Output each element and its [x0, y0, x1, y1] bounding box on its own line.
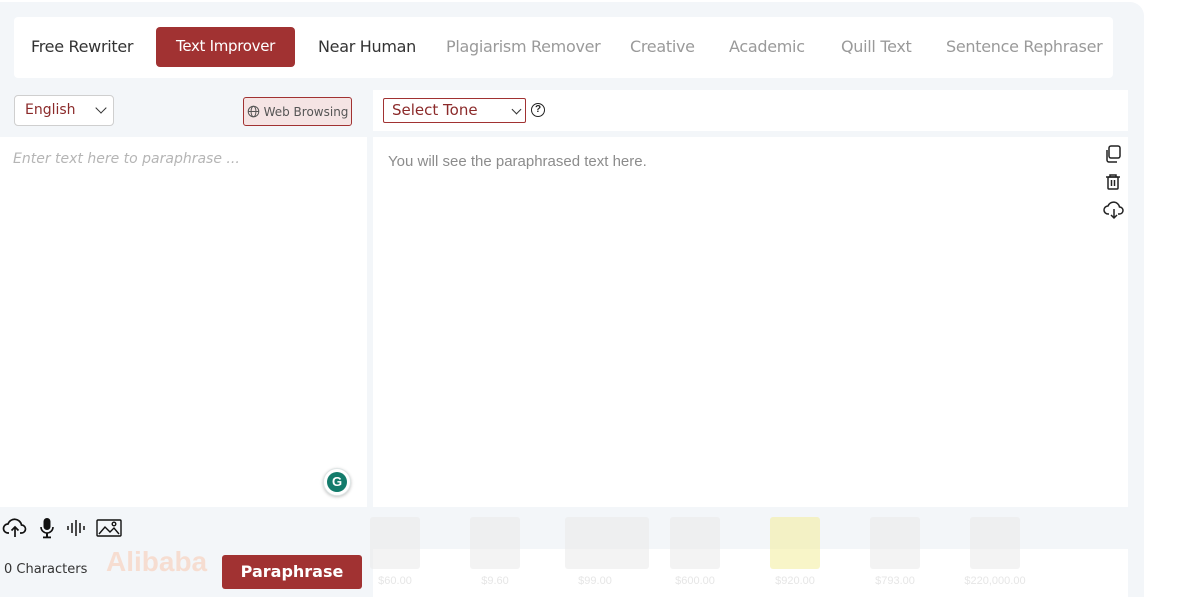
output-toolbar: Select Tone ? [373, 90, 1128, 131]
grammarly-button[interactable]: G [323, 468, 351, 496]
input-placeholder: Enter text here to paraphrase ... [13, 151, 240, 167]
tab-academic[interactable]: Academic [729, 27, 805, 67]
ad-price: $99.00 [578, 575, 612, 587]
ad-banner[interactable]: $60.00 $9.60 $99.00 $600.00 $920.00 $793… [370, 517, 1128, 597]
microphone-icon[interactable] [38, 517, 56, 539]
input-tools [2, 517, 122, 539]
output-actions [1103, 144, 1125, 220]
tab-plagiarism-remover[interactable]: Plagiarism Remover [446, 27, 601, 67]
paraphraser-app: Free Rewriter Text Improver Near Human P… [0, 2, 1144, 597]
tab-quill-text[interactable]: Quill Text [841, 27, 912, 67]
output-text-area: You will see the paraphrased text here. [373, 137, 1128, 507]
ad-product-image [565, 517, 649, 569]
ad-product-image [370, 517, 420, 569]
web-browsing-label: Web Browsing [263, 104, 349, 119]
soundwave-icon[interactable] [66, 518, 86, 538]
trash-icon[interactable] [1103, 172, 1123, 192]
ad-product-image [470, 517, 520, 569]
ad-product-image [970, 517, 1020, 569]
ad-product-image [770, 517, 820, 569]
web-browsing-button[interactable]: Web Browsing [243, 97, 352, 126]
ad-brand-logo: Alibaba [106, 546, 208, 577]
ad-product-image [670, 517, 720, 569]
ad-price: $60.00 [378, 575, 412, 587]
ad-price: $793.00 [875, 575, 915, 587]
tone-select-value: Select Tone [392, 101, 478, 119]
tab-sentence-rephraser[interactable]: Sentence Rephraser [946, 27, 1103, 67]
input-text-area[interactable]: Enter text here to paraphrase ... G [0, 137, 367, 507]
tab-creative[interactable]: Creative [630, 27, 695, 67]
chevron-down-icon [95, 102, 107, 114]
cloud-download-icon[interactable] [1103, 200, 1125, 220]
cloud-upload-icon[interactable] [2, 517, 28, 539]
ad-product-image [870, 517, 920, 569]
tone-select[interactable]: Select Tone [383, 98, 526, 123]
tab-text-improver[interactable]: Text Improver [156, 27, 296, 67]
tab-free-rewriter[interactable]: Free Rewriter [31, 27, 133, 67]
paraphrase-button[interactable]: Paraphrase [222, 555, 362, 589]
globe-icon [247, 105, 259, 118]
ad-price: $600.00 [675, 575, 715, 587]
ad-price: $9.60 [481, 575, 509, 587]
character-count: 0 Characters [4, 562, 88, 577]
image-icon[interactable] [96, 518, 122, 538]
language-select[interactable]: English [14, 95, 114, 126]
help-icon[interactable]: ? [531, 103, 545, 117]
language-select-value: English [25, 102, 76, 118]
tab-near-human[interactable]: Near Human [318, 27, 416, 67]
chevron-down-icon [511, 104, 522, 115]
output-placeholder: You will see the paraphrased text here. [388, 153, 647, 170]
ad-price: $220,000.00 [964, 575, 1026, 587]
grammarly-icon: G [327, 472, 347, 492]
ad-price: $920.00 [775, 575, 815, 587]
copy-icon[interactable] [1103, 144, 1123, 164]
mode-tabbar: Free Rewriter Text Improver Near Human P… [14, 17, 1113, 78]
